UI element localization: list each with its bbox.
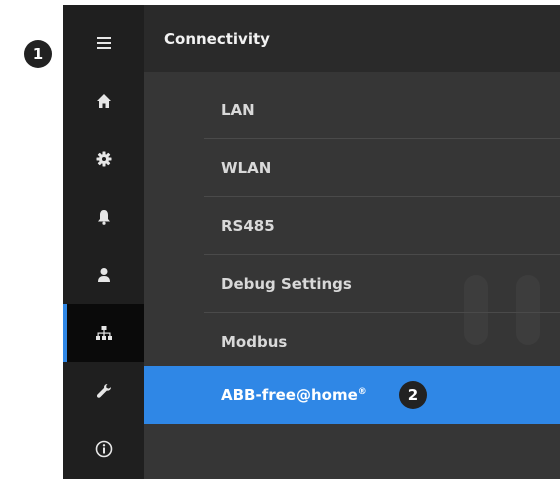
- menu-item-debug-settings[interactable]: Debug Settings: [144, 255, 560, 313]
- rail-item-user[interactable]: [63, 246, 144, 304]
- home-icon: [96, 94, 111, 108]
- panel-title: Connectivity: [164, 29, 270, 48]
- rail-item-menu[interactable]: [63, 14, 144, 72]
- wrench-icon: [96, 384, 111, 398]
- bell-icon: [97, 210, 110, 225]
- menu-item-label-text: ABB-free@home: [221, 386, 358, 404]
- callout-marker-2: 2: [399, 381, 427, 409]
- callout-marker-1: 1: [24, 40, 52, 68]
- rail-item-info[interactable]: [63, 420, 144, 478]
- rail-item-tools[interactable]: [63, 362, 144, 420]
- network-icon: [95, 326, 112, 340]
- user-icon: [97, 268, 110, 282]
- menu-item-label: LAN: [221, 101, 255, 119]
- rail-item-home[interactable]: [63, 72, 144, 130]
- panel-header: Connectivity: [144, 5, 560, 72]
- rail-item-settings[interactable]: [63, 130, 144, 188]
- menu-item-label: Debug Settings: [221, 275, 352, 293]
- registered-mark: ®: [357, 387, 367, 397]
- menu-item-rs485[interactable]: RS485: [144, 197, 560, 255]
- info-icon: [95, 440, 112, 458]
- app-window: Connectivity LAN WLAN RS485 Debug Settin…: [63, 5, 560, 479]
- menu-item-label: ABB-free@home®: [221, 386, 367, 404]
- connectivity-panel: Connectivity LAN WLAN RS485 Debug Settin…: [144, 5, 560, 479]
- rail-item-connectivity[interactable]: [63, 304, 144, 362]
- menu-item-label: WLAN: [221, 159, 272, 177]
- menu-item-label: Modbus: [221, 333, 288, 351]
- menu-item-wlan[interactable]: WLAN: [144, 139, 560, 197]
- menu-item-modbus[interactable]: Modbus: [144, 313, 560, 371]
- menu-item-label: RS485: [221, 217, 275, 235]
- gear-icon: [96, 151, 111, 167]
- menu-icon: [96, 37, 111, 49]
- menu-item-abb-free-at-home[interactable]: ABB-free@home®: [144, 366, 560, 424]
- nav-rail: [63, 5, 144, 479]
- menu-item-lan[interactable]: LAN: [144, 81, 560, 139]
- rail-item-notifications[interactable]: [63, 188, 144, 246]
